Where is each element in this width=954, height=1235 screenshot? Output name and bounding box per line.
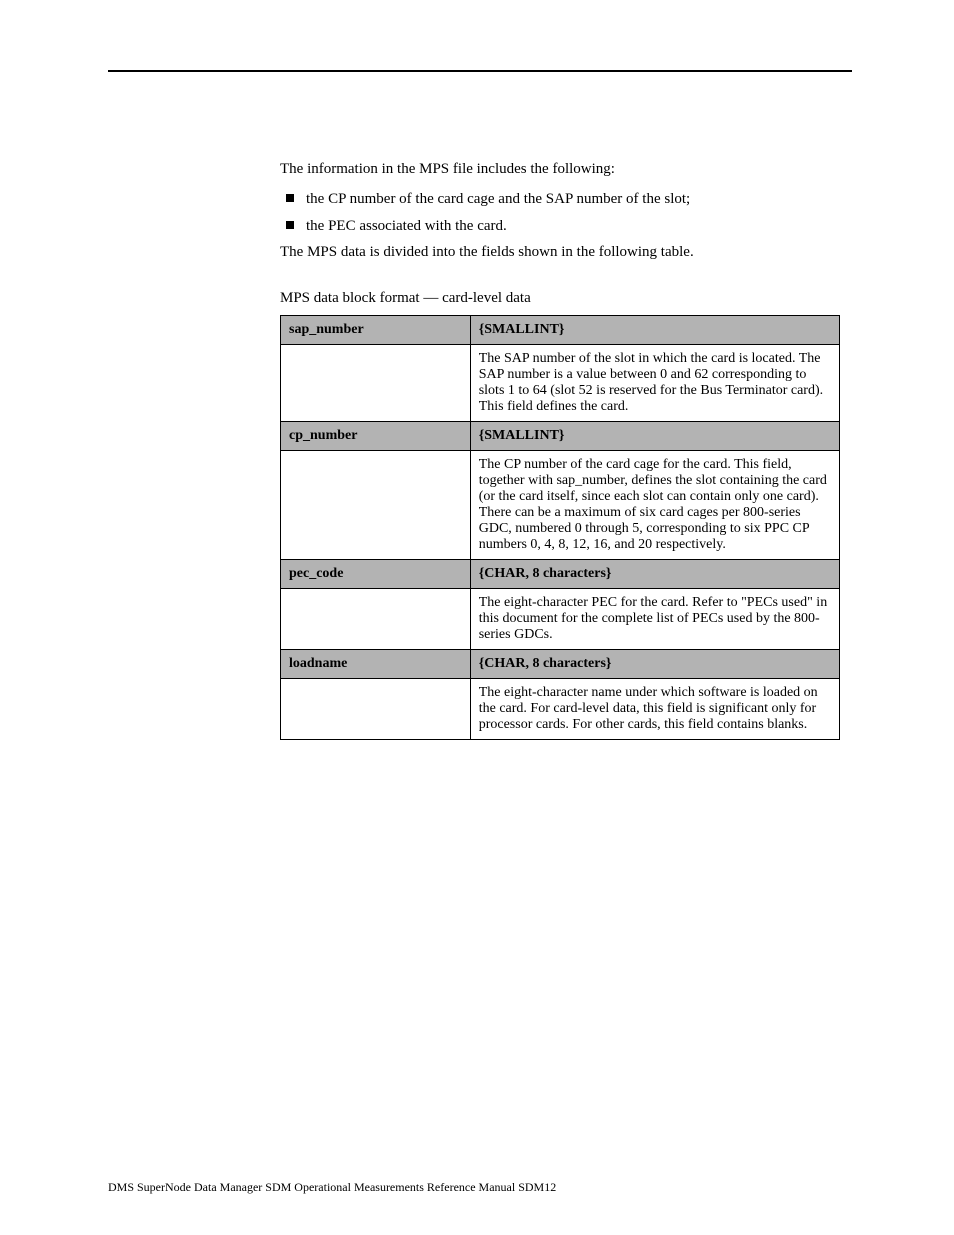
- table-group-header: pec_code{CHAR, 8 characters}: [281, 560, 840, 589]
- cell-variable: [281, 589, 471, 650]
- table-group-header: loadname{CHAR, 8 characters}: [281, 650, 840, 679]
- group-header-variable: sap_number: [281, 316, 471, 345]
- table-row: The SAP number of the slot in which the …: [281, 345, 840, 422]
- cell-description: The eight-character name under which sof…: [470, 679, 839, 740]
- table-row: The CP number of the card cage for the c…: [281, 451, 840, 560]
- table-row: The eight-character name under which sof…: [281, 679, 840, 740]
- cell-description: The eight-character PEC for the card. Re…: [470, 589, 839, 650]
- table-group-header: sap_number{SMALLINT}: [281, 316, 840, 345]
- page-footer: DMS SuperNode Data Manager SDM Operation…: [108, 1180, 852, 1195]
- cell-variable: [281, 451, 471, 560]
- list-item-text: the PEC associated with the card.: [306, 218, 507, 234]
- group-header-declaration: {SMALLINT}: [470, 422, 839, 451]
- list-item-text: the CP number of the card cage and the S…: [306, 191, 690, 207]
- group-header-variable: cp_number: [281, 422, 471, 451]
- list-item: the CP number of the card cage and the S…: [280, 189, 840, 210]
- cell-variable: [281, 345, 471, 422]
- bullet-list: the CP number of the card cage and the S…: [280, 189, 840, 237]
- top-horizontal-rule: [108, 70, 852, 72]
- footer-left: DMS SuperNode Data Manager SDM Operation…: [108, 1180, 556, 1195]
- intro-text: The information in the MPS file includes…: [280, 160, 840, 179]
- table-caption: MPS data block format — card-level data: [280, 290, 840, 307]
- mps-data-table: sap_number{SMALLINT}The SAP number of th…: [280, 315, 840, 740]
- bullet-square-icon: [286, 221, 294, 229]
- group-header-variable: pec_code: [281, 560, 471, 589]
- main-content: The information in the MPS file includes…: [280, 160, 840, 740]
- cell-description: The CP number of the card cage for the c…: [470, 451, 839, 560]
- table-block: MPS data block format — card-level data …: [280, 290, 840, 740]
- group-header-variable: loadname: [281, 650, 471, 679]
- table-row: The eight-character PEC for the card. Re…: [281, 589, 840, 650]
- cell-description: The SAP number of the slot in which the …: [470, 345, 839, 422]
- group-header-declaration: {SMALLINT}: [470, 316, 839, 345]
- after-list-text: The MPS data is divided into the fields …: [280, 243, 840, 263]
- group-header-declaration: {CHAR, 8 characters}: [470, 560, 839, 589]
- list-item: the PEC associated with the card.: [280, 216, 840, 237]
- bullet-square-icon: [286, 194, 294, 202]
- cell-variable: [281, 679, 471, 740]
- group-header-declaration: {CHAR, 8 characters}: [470, 650, 839, 679]
- table-group-header: cp_number{SMALLINT}: [281, 422, 840, 451]
